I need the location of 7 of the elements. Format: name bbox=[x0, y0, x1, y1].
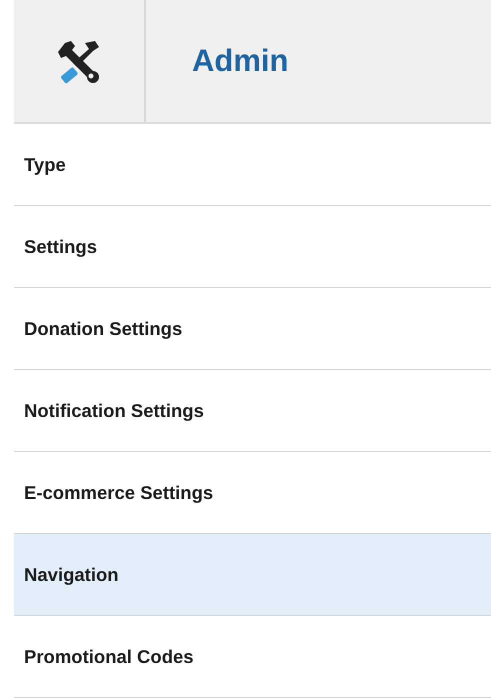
menu-item[interactable]: Promotional Codes bbox=[14, 616, 491, 698]
menu-item[interactable]: Type bbox=[14, 124, 491, 206]
menu-item[interactable]: Settings bbox=[14, 206, 491, 288]
page-title: Admin bbox=[191, 42, 288, 80]
menu-item[interactable]: Notification Settings bbox=[14, 370, 491, 452]
menu-item[interactable]: Navigation bbox=[14, 534, 491, 616]
menu-item[interactable]: Donation Settings bbox=[14, 288, 491, 370]
